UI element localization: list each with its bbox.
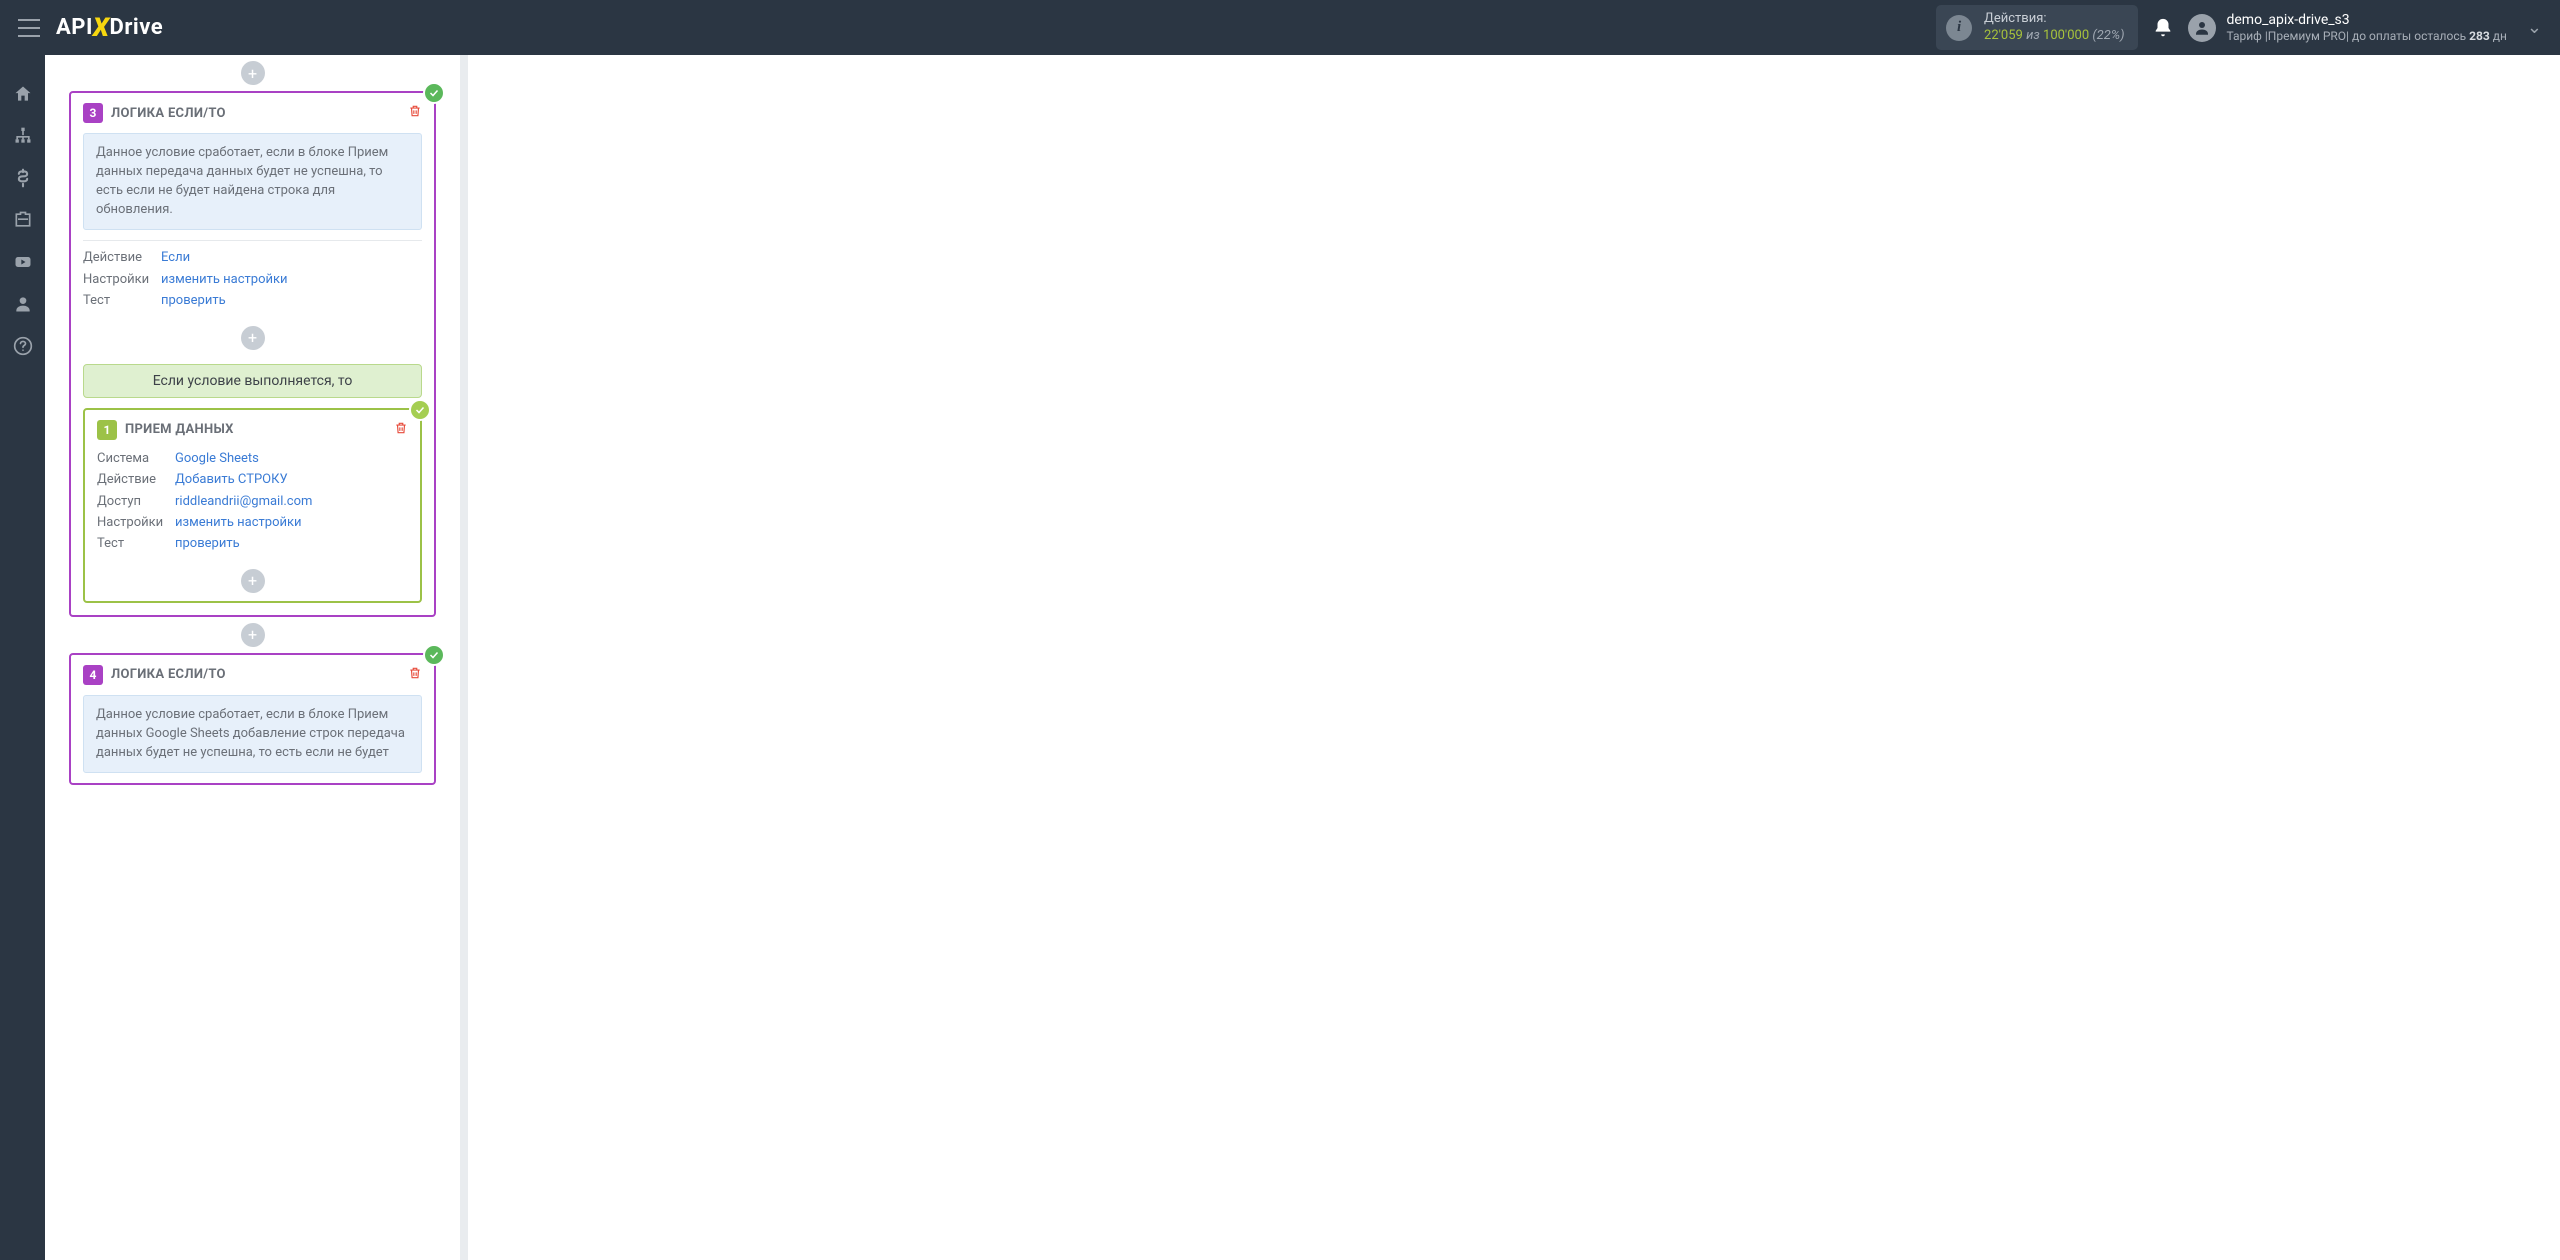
delete-icon[interactable] <box>408 665 422 685</box>
nav-briefcase[interactable] <box>0 199 45 241</box>
check-icon <box>409 399 431 421</box>
logic-block-4: 4 ЛОГИКА ЕСЛИ/ТО Данное условие сработае… <box>69 653 436 786</box>
block-number: 4 <box>83 665 103 685</box>
delete-icon[interactable] <box>394 420 408 440</box>
check-icon <box>423 82 445 104</box>
block-description: Данное условие сработает, если в блоке П… <box>83 133 422 230</box>
actions-pct: (22%) <box>2092 28 2124 43</box>
settings-link[interactable]: изменить настройки <box>161 269 288 290</box>
action-link[interactable]: Добавить СТРОКУ <box>175 469 288 490</box>
data-receive-block-1: 1 ПРИЕМ ДАННЫХ СистемаGoogle Sheets Дейс… <box>83 408 422 603</box>
user-menu[interactable]: demo_apix-drive_s3 Тариф |Премиум PRO| д… <box>2188 12 2542 43</box>
sidebar <box>0 55 45 1260</box>
action-link[interactable]: Если <box>161 247 190 268</box>
actions-counter[interactable]: i Действия: 22'059 из 100'000 (22%) <box>1936 5 2138 51</box>
test-link[interactable]: проверить <box>161 290 226 311</box>
logo-drive: Drive <box>110 15 164 40</box>
user-tariff: Тариф |Премиум PRO| до оплаты осталось 2… <box>2226 29 2506 43</box>
condition-bar: Если условие выполняется, то <box>83 364 422 398</box>
add-inner-button[interactable]: + <box>241 569 265 593</box>
settings-link[interactable]: изменить настройки <box>175 512 302 533</box>
nav-connections[interactable] <box>0 115 45 157</box>
detail-panel <box>468 55 2560 1260</box>
block-title: ЛОГИКА ЕСЛИ/ТО <box>111 667 408 682</box>
check-icon <box>423 644 445 666</box>
add-inner-button[interactable]: + <box>241 326 265 350</box>
chevron-down-icon: ⌄ <box>2507 17 2542 38</box>
flow-column: + 3 ЛОГИКА ЕСЛИ/ТО Данное условие сработ… <box>45 55 460 1260</box>
nav-help[interactable] <box>0 325 45 367</box>
avatar-icon <box>2188 14 2216 42</box>
topbar: API X Drive i Действия: 22'059 из 100'00… <box>0 0 2560 55</box>
block-title: ПРИЕМ ДАННЫХ <box>125 422 394 437</box>
access-link[interactable]: riddleandrii@gmail.com <box>175 491 312 512</box>
actions-used: 22'059 <box>1984 28 2023 43</box>
actions-total: 100'000 <box>2043 28 2089 43</box>
block-number: 1 <box>97 420 117 440</box>
info-icon: i <box>1946 15 1972 41</box>
test-link[interactable]: проверить <box>175 533 240 554</box>
menu-toggle[interactable] <box>18 19 40 37</box>
add-block-button[interactable]: + <box>241 61 265 85</box>
logo-x-icon: X <box>93 13 110 43</box>
logic-block-3: 3 ЛОГИКА ЕСЛИ/ТО Данное условие сработае… <box>69 91 436 617</box>
delete-icon[interactable] <box>408 103 422 123</box>
logo-api: API <box>56 15 93 40</box>
add-block-button[interactable]: + <box>241 623 265 647</box>
logo[interactable]: API X Drive <box>56 13 163 43</box>
system-link[interactable]: Google Sheets <box>175 448 259 469</box>
block-title: ЛОГИКА ЕСЛИ/ТО <box>111 106 408 121</box>
nav-home[interactable] <box>0 73 45 115</box>
nav-billing[interactable] <box>0 157 45 199</box>
actions-label: Действия: <box>1984 11 2124 28</box>
nav-youtube[interactable] <box>0 241 45 283</box>
user-name: demo_apix-drive_s3 <box>2226 12 2506 29</box>
block-description: Данное условие сработает, если в блоке П… <box>83 695 422 774</box>
block-number: 3 <box>83 103 103 123</box>
notifications-bell-icon[interactable] <box>2152 17 2174 39</box>
nav-account[interactable] <box>0 283 45 325</box>
